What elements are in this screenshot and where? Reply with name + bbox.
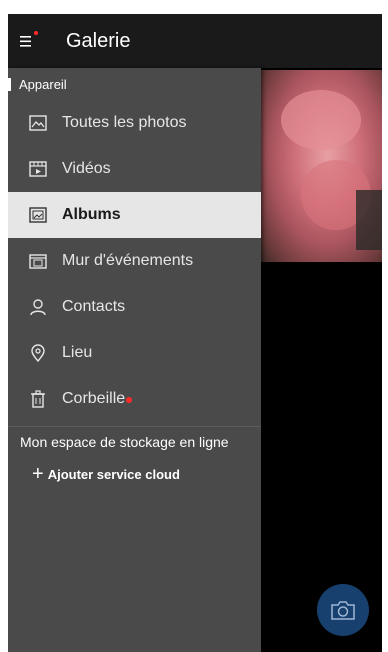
nav-item-videos[interactable]: Vidéos (8, 146, 261, 192)
gallery-screen: Galerie Appareil Toutes les photos Vidéo… (8, 14, 382, 652)
menu-button[interactable] (10, 14, 46, 68)
camera-icon (331, 601, 355, 620)
video-icon (28, 159, 48, 179)
section-label: Appareil (19, 76, 67, 92)
trash-badge-dot (126, 397, 133, 403)
nav-item-trash[interactable]: Corbeille (8, 376, 261, 422)
nav-item-label: Toutes les photos (62, 114, 187, 131)
plus-icon: + (32, 463, 44, 485)
notification-dot (34, 31, 38, 35)
location-pin-icon (28, 343, 48, 363)
nav-item-label: Mur d'événements (62, 252, 194, 269)
nav-item-label: Corbeille (62, 390, 126, 407)
nav-item-label: Contacts (62, 298, 126, 315)
nav-item-all-photos[interactable]: Toutes les photos (8, 100, 261, 146)
event-wall-icon (28, 251, 48, 271)
nav-item-label: Lieu (62, 344, 93, 361)
section-header-device: Appareil (8, 68, 261, 100)
trash-icon (28, 389, 48, 409)
app-title: Galerie (66, 29, 131, 52)
album-icon (28, 205, 48, 225)
app-bar: Galerie (8, 14, 382, 68)
album-thumbnail[interactable] (261, 70, 382, 262)
section-header-cloud: Mon espace de stockage en ligne (20, 434, 229, 450)
nav-item-albums[interactable]: Albums (8, 192, 261, 238)
nav-item-label: Vidéos (62, 160, 111, 177)
add-cloud-service-button[interactable]: + Ajouter service cloud (8, 457, 261, 491)
nav-item-contacts[interactable]: Contacts (8, 284, 261, 330)
nav-item-location[interactable]: Lieu (8, 330, 261, 376)
image-icon (28, 113, 48, 133)
camera-button[interactable] (317, 584, 369, 636)
navigation-drawer: Appareil Toutes les photos Vidéos Albums (8, 68, 261, 652)
person-icon (28, 297, 48, 317)
hamburger-icon (20, 36, 31, 47)
add-cloud-label: Ajouter service cloud (47, 466, 180, 482)
nav-item-label: Albums (62, 206, 121, 223)
section-marker (8, 77, 11, 91)
nav-item-event-wall[interactable]: Mur d'événements (8, 238, 261, 284)
